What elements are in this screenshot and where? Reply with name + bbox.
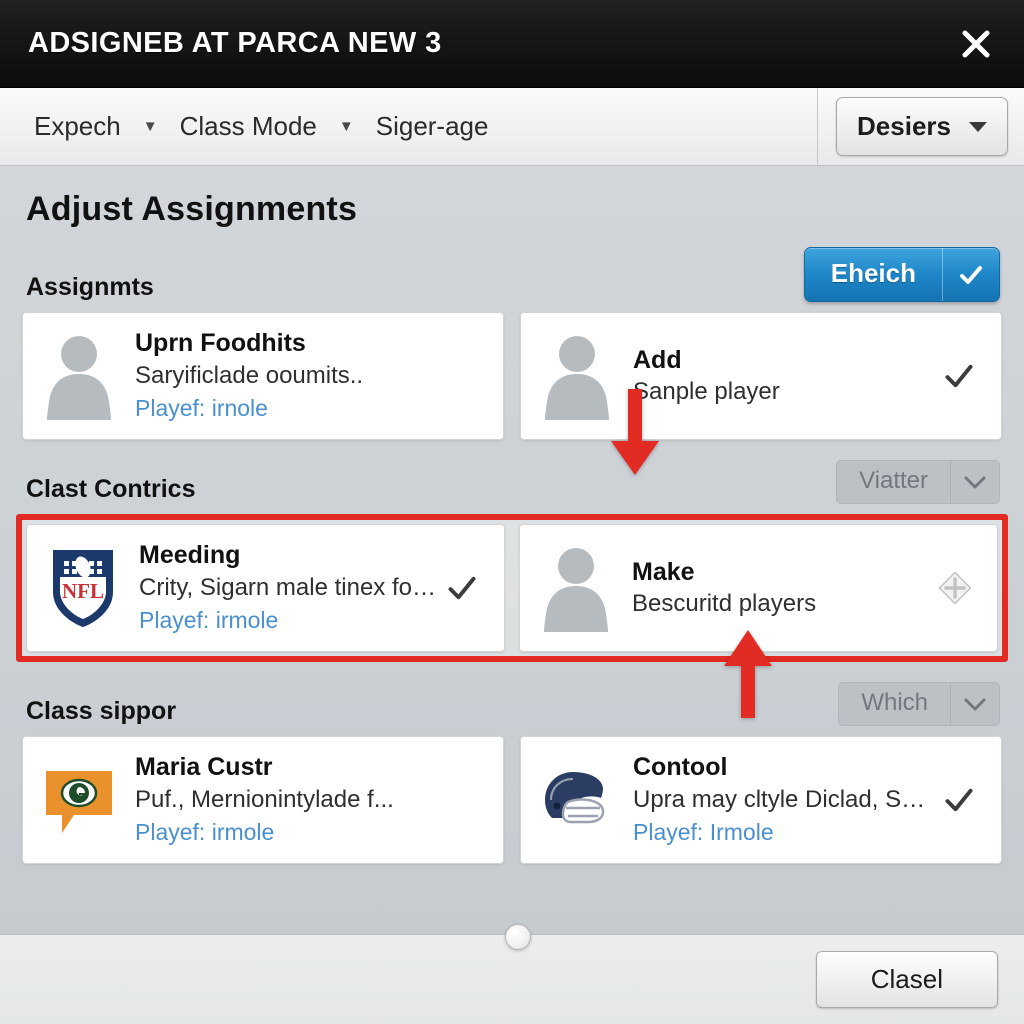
dialog-window: ADSIGNEB AT PARCA NEW 3 Expech ▼ Class M…: [0, 0, 1024, 1024]
caret-down-icon: [969, 121, 987, 132]
list-item-subtitle: Crity, Sigarn male tinex foot..: [139, 573, 438, 601]
which-dropdown-button[interactable]: Which: [838, 682, 1000, 726]
football-helmet-icon: [535, 752, 619, 848]
list-item-text: Meeding Crity, Sigarn male tinex foot.. …: [139, 540, 438, 635]
red-arrow-up-icon: [720, 626, 776, 718]
red-arrow-down-icon: [607, 389, 663, 479]
toolbar-item-siger-age[interactable]: Siger-age: [364, 111, 501, 142]
list-item-text: Contool Upra may cltyle Diclad, Skil.. P…: [633, 752, 935, 847]
toolbar: Expech ▼ Class Mode ▼ Siger-age Desiers: [0, 88, 1024, 166]
chevron-down-icon: [951, 461, 999, 503]
viatter-dropdown-label: Viatter: [837, 461, 951, 503]
person-silhouette-icon: [534, 540, 618, 636]
page-title: Adjust Assignments: [26, 190, 358, 228]
close-icon[interactable]: [954, 22, 998, 66]
list-item-link[interactable]: Playef: Irmole: [633, 817, 935, 848]
card-row-clast-contrics: NFL Meeding Crity, Sigarn male tinex foo…: [26, 524, 998, 652]
toolbar-item-class-mode[interactable]: Class Mode: [168, 111, 329, 142]
window-title: ADSIGNEB AT PARCA NEW 3: [28, 27, 442, 59]
list-item[interactable]: Contool Upra may cltyle Diclad, Skil.. P…: [520, 736, 1002, 864]
list-item[interactable]: Maria Custr Puf., Mernionintylade f... P…: [22, 736, 504, 864]
list-item-link[interactable]: Playef: irmole: [139, 605, 438, 636]
title-bar: ADSIGNEB AT PARCA NEW 3: [0, 0, 1024, 88]
dialog-body: Adjust Assignments Assignmts Eheich Uprn…: [0, 166, 1024, 934]
eheich-button-label: Eheich: [805, 248, 943, 301]
section-header-clast-contrics: Clast Contrics Viatter: [22, 440, 1002, 514]
section-title: Assignmts: [26, 273, 154, 301]
list-item-title: Add: [633, 345, 682, 374]
toolbar-menu-group: Expech ▼ Class Mode ▼ Siger-age: [0, 111, 500, 142]
list-item[interactable]: Add Sanple player: [520, 312, 1002, 440]
section-header-assignmts: Assignmts Eheich: [22, 229, 1002, 312]
dialog-footer: Clasel: [0, 924, 1024, 1024]
list-item-text: Uprn Foodhits Saryificlade ooumits.. Pla…: [135, 328, 437, 423]
desiers-dropdown-label: Desiers: [857, 111, 951, 141]
list-item-title: Make: [632, 557, 695, 586]
card-row-assignmts: Uprn Foodhits Saryificlade ooumits.. Pla…: [22, 312, 1002, 440]
list-item-link[interactable]: Playef: irmole: [135, 817, 437, 848]
nfl-shield-logo-icon: NFL: [41, 540, 125, 636]
check-icon[interactable]: [935, 785, 983, 815]
list-item-text: Maria Custr Puf., Mernionintylade f... P…: [135, 752, 437, 847]
list-item-subtitle: Saryificlade ooumits..: [135, 361, 364, 389]
list-item[interactable]: Uprn Foodhits Saryificlade ooumits.. Pla…: [22, 312, 504, 440]
list-item-title: Meeding: [139, 541, 241, 570]
move-diamond-icon[interactable]: [931, 571, 979, 605]
packers-g-bubble-logo-icon: [37, 752, 121, 848]
viatter-dropdown-button[interactable]: Viatter: [836, 460, 1000, 504]
chevron-down-icon[interactable]: ▼: [329, 119, 364, 134]
list-item[interactable]: NFL Meeding Crity, Sigarn male tinex foo…: [26, 524, 505, 652]
list-item-text: Add Sanple player: [633, 345, 935, 407]
card-row-class-sippor: Maria Custr Puf., Mernionintylade f... P…: [22, 736, 1002, 864]
check-icon: [943, 248, 999, 301]
section-header-class-sippor: Class sippor Which: [22, 662, 1002, 736]
toolbar-item-expech[interactable]: Expech: [22, 111, 133, 142]
resize-grip-handle[interactable]: [505, 924, 531, 950]
list-item-title: Contool: [633, 753, 728, 782]
desiers-dropdown-button[interactable]: Desiers: [836, 97, 1008, 156]
check-icon[interactable]: [438, 573, 486, 603]
toolbar-right-group: Desiers: [817, 88, 1024, 165]
list-item-subtitle: Sanple player: [633, 378, 780, 406]
close-button[interactable]: Clasel: [815, 951, 998, 1008]
list-item-link[interactable]: Playef: irnole: [135, 393, 437, 424]
check-icon[interactable]: [935, 361, 983, 391]
section-title: Class sippor: [26, 697, 177, 725]
list-item-text: Make Bescuritd players: [632, 557, 931, 619]
eheich-confirm-button[interactable]: Eheich: [803, 247, 1000, 302]
section-title: Clast Contrics: [26, 475, 196, 503]
chevron-down-icon: [951, 683, 999, 725]
list-item-title: Uprn Foodhits: [135, 329, 306, 358]
list-item-subtitle: Bescuritd players: [632, 590, 817, 618]
svg-text:NFL: NFL: [62, 579, 104, 603]
chevron-down-icon[interactable]: ▼: [133, 119, 168, 134]
list-item-title: Maria Custr: [135, 753, 273, 782]
list-item-subtitle: Puf., Mernionintylade f...: [135, 785, 394, 813]
person-silhouette-icon: [37, 328, 121, 424]
highlight-box: NFL Meeding Crity, Sigarn male tinex foo…: [16, 514, 1008, 662]
list-item-subtitle: Upra may cltyle Diclad, Skil..: [633, 785, 935, 813]
which-dropdown-label: Which: [839, 683, 951, 725]
